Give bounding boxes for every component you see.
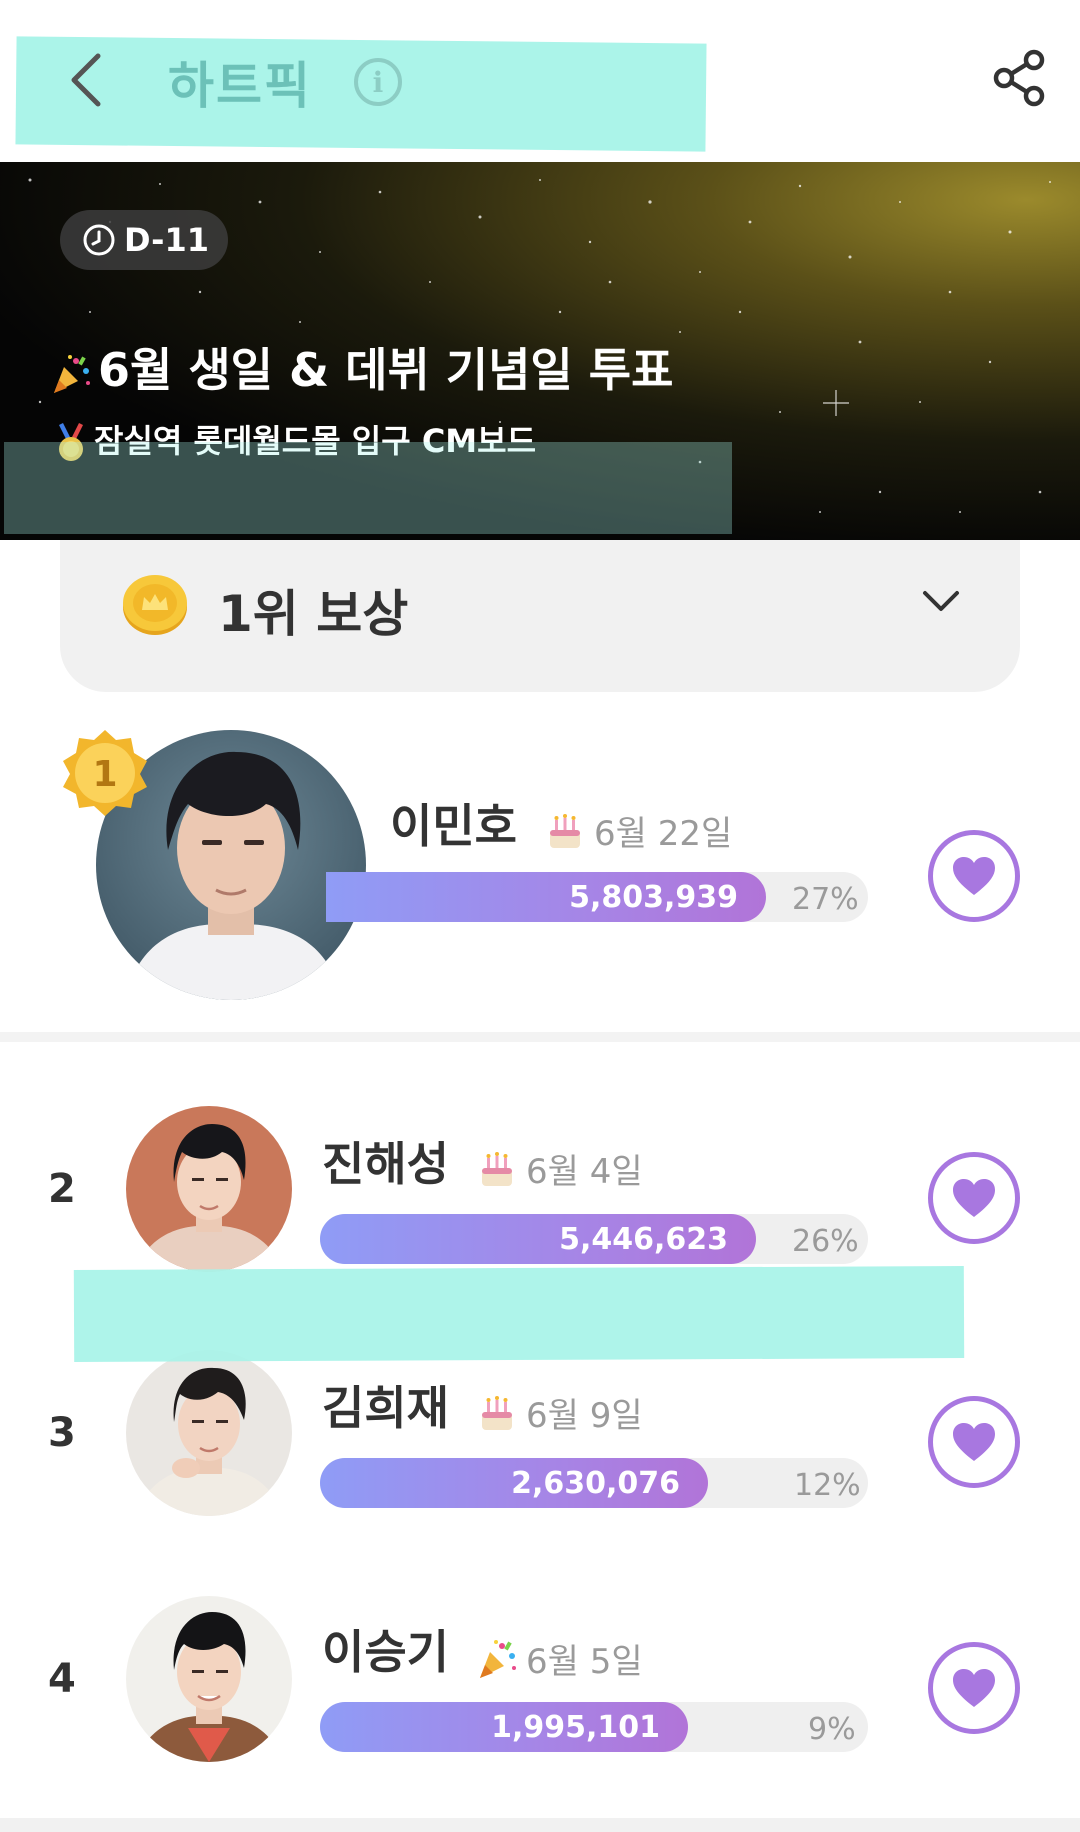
vote-percent: 12%	[794, 1468, 861, 1503]
vote-bar-track: 5,446,623	[320, 1214, 868, 1264]
vote-heart-button[interactable]	[928, 1642, 1020, 1734]
vote-bar-fill: 1,995,101	[320, 1702, 688, 1752]
artist-name: 김희재	[322, 1381, 449, 1435]
info-icon[interactable]: i	[354, 58, 402, 106]
event-date-text: 6월 4일	[526, 1152, 643, 1192]
vote-heart-button[interactable]	[928, 1152, 1020, 1244]
chevron-left-icon	[71, 53, 101, 107]
heart-icon	[953, 857, 995, 895]
vote-title: 6월 생일 & 데뷔 기념일 투표	[50, 334, 673, 400]
vote-bar-fill: 5,446,623	[320, 1214, 756, 1264]
avatar-photo	[126, 1106, 292, 1272]
event-date: 6월 22일	[544, 806, 732, 855]
avatar-photo	[126, 1596, 292, 1762]
vote-bar-fill: 2,630,076	[320, 1458, 708, 1508]
bottom-edge	[0, 1818, 1080, 1832]
artist-name: 진해성	[322, 1137, 449, 1191]
event-date-text: 6월 22일	[594, 814, 733, 854]
vote-count: 1,995,101	[491, 1709, 660, 1745]
clock-icon	[83, 224, 115, 256]
highlighter-mark	[4, 442, 732, 534]
share-icon[interactable]	[990, 48, 1050, 108]
rank-number: 2	[48, 1166, 76, 1212]
gold-rank-badge-icon: 1	[63, 730, 147, 816]
vote-count: 5,446,623	[559, 1221, 728, 1257]
vote-count: 5,803,939	[569, 879, 738, 915]
vote-bar-track: 1,995,101	[320, 1702, 868, 1752]
event-date: 6월 5일	[476, 1634, 643, 1683]
vote-title-text: 6월 생일 & 데뷔 기념일 투표	[98, 343, 674, 397]
vote-bar-fill: 5,803,939	[326, 872, 766, 922]
page-title: 하트픽	[168, 57, 312, 115]
event-date-text: 6월 5일	[526, 1642, 643, 1682]
artist-name: 이민호	[390, 799, 517, 853]
event-date: 6월 4일	[476, 1144, 643, 1193]
artist-name: 이승기	[322, 1625, 449, 1679]
app-header: 하트픽 i	[0, 0, 1080, 162]
rank-number: 3	[48, 1410, 76, 1456]
avatar	[126, 1350, 292, 1516]
heart-icon	[953, 1669, 995, 1707]
section-divider	[0, 1032, 1080, 1042]
birthday-cake-icon	[482, 1395, 512, 1430]
birthday-cake-icon	[550, 813, 580, 848]
back-button[interactable]	[56, 40, 116, 120]
vote-percent: 27%	[792, 882, 859, 917]
dday-label: D-11	[124, 221, 209, 259]
chevron-down-icon	[923, 591, 959, 611]
reward-accordion[interactable]: 1위 보상	[60, 540, 1020, 692]
vote-bar-track: 2,630,076	[320, 1458, 868, 1508]
avatar-photo	[126, 1350, 292, 1516]
vote-heart-button[interactable]	[928, 830, 1020, 922]
dday-badge: D-11	[60, 210, 228, 270]
vote-heart-button[interactable]	[928, 1396, 1020, 1488]
party-popper-icon	[480, 1639, 516, 1678]
vote-bar-track: 5,803,939	[326, 872, 868, 922]
vote-percent: 26%	[792, 1224, 859, 1259]
birthday-cake-icon	[482, 1151, 512, 1186]
reward-label: 1위 보상	[218, 585, 409, 643]
avatar	[126, 1106, 292, 1272]
heart-icon	[953, 1423, 995, 1461]
heart-icon	[953, 1179, 995, 1217]
party-popper-icon	[54, 354, 90, 393]
rank-number: 4	[48, 1656, 76, 1702]
vote-percent: 9%	[808, 1712, 856, 1747]
vote-count: 2,630,076	[511, 1465, 680, 1501]
coin-icon	[123, 575, 187, 635]
rank-1-label: 1	[92, 754, 117, 795]
event-date: 6월 9일	[476, 1388, 643, 1437]
avatar	[126, 1596, 292, 1762]
highlighter-mark	[73, 1266, 965, 1362]
event-banner: D-11 6월 생일 & 데뷔 기념일 투표 잠실역 롯데월드몰 입구 CM보드	[0, 162, 1080, 540]
event-date-text: 6월 9일	[526, 1396, 643, 1436]
